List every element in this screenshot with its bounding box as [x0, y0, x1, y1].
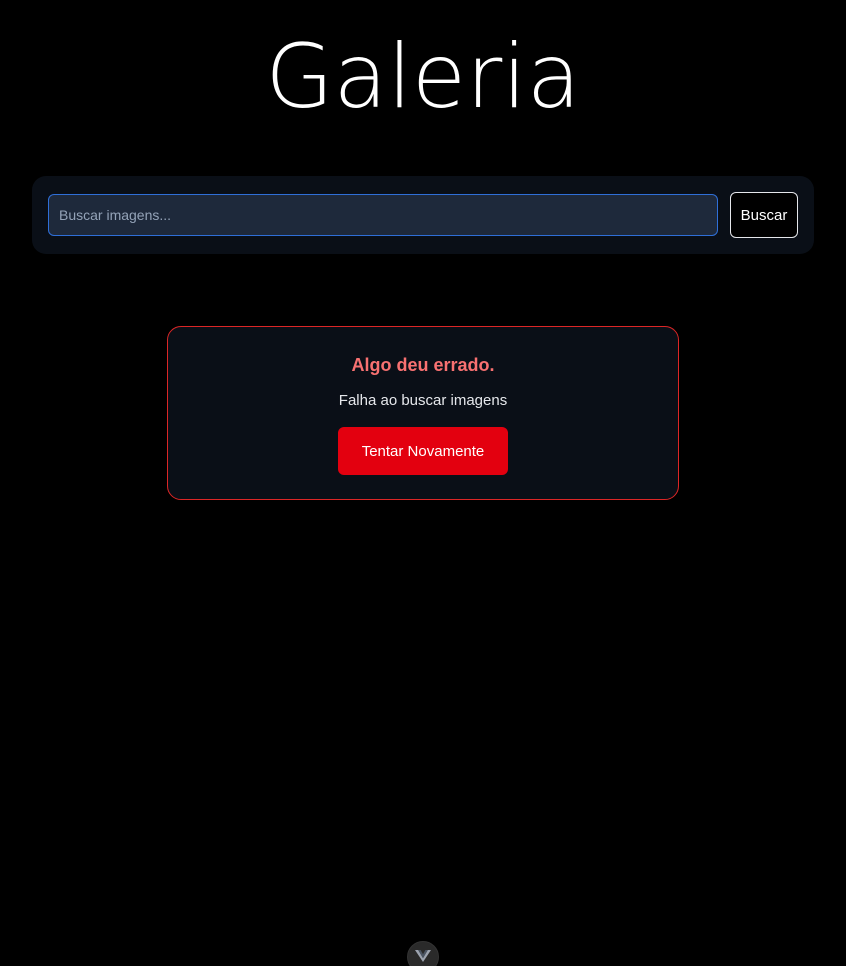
search-button[interactable]: Buscar [730, 192, 798, 238]
devtools-toggle[interactable] [407, 941, 439, 966]
retry-button[interactable]: Tentar Novamente [338, 427, 508, 475]
error-title: Algo deu errado. [351, 355, 495, 375]
vue-logo-icon [415, 950, 431, 962]
error-message: Falha ao buscar imagens [338, 392, 508, 409]
error-card: Algo deu errado. Falha ao buscar imagens… [167, 326, 679, 500]
page-title: Galeria [265, 25, 581, 128]
page: Galeria Buscar Algo deu errado. Falha ao… [0, 0, 846, 966]
search-input[interactable] [48, 194, 718, 236]
search-bar: Buscar [32, 176, 814, 254]
